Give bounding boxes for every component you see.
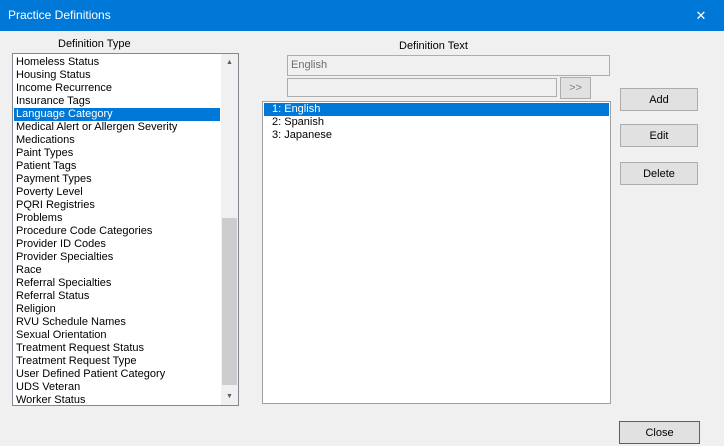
definition-text-field[interactable]: English (287, 55, 610, 76)
definition-type-item[interactable]: Problems (14, 212, 220, 225)
definition-text-item[interactable]: 2: Spanish (264, 116, 609, 129)
definition-text-list[interactable]: 1: English 2: Spanish 3: Japanese (262, 101, 611, 404)
definition-type-item[interactable]: PQRI Registries (14, 199, 220, 212)
definition-type-item[interactable]: RVU Schedule Names (14, 316, 220, 329)
close-button[interactable]: Close (619, 421, 700, 444)
chevron-down-icon: ▼ (226, 393, 233, 400)
definition-type-item[interactable]: Treatment Request Type (14, 355, 220, 368)
definition-type-item[interactable]: Income Recurrence (14, 82, 220, 95)
definition-type-item[interactable]: Housing Status (14, 69, 220, 82)
definition-text-label: Definition Text (399, 40, 468, 52)
edit-button[interactable]: Edit (620, 124, 698, 147)
window-title: Practice Definitions (8, 8, 111, 22)
scroll-thumb[interactable] (222, 218, 237, 385)
definition-type-item[interactable]: User Defined Patient Category (14, 368, 220, 381)
definition-type-item[interactable]: Payment Types (14, 173, 220, 186)
definition-type-item[interactable]: Treatment Request Status (14, 342, 220, 355)
definition-text-item[interactable]: 3: Japanese (264, 129, 609, 142)
definition-text-item[interactable]: 1: English (264, 103, 609, 116)
definition-type-item[interactable]: Referral Status (14, 290, 220, 303)
definition-text-items: 1: English 2: Spanish 3: Japanese (264, 103, 609, 142)
definition-type-item[interactable]: Race (14, 264, 220, 277)
definition-type-list[interactable]: Homeless Status Housing Status Income Recu… (12, 53, 239, 406)
definition-type-items: Homeless Status Housing Status Income Recu… (14, 56, 220, 405)
move-button[interactable]: >> (560, 77, 591, 99)
definition-type-item[interactable]: Provider Specialties (14, 251, 220, 264)
definition-type-item[interactable]: Medications (14, 134, 220, 147)
definition-type-item[interactable]: Paint Types (14, 147, 220, 160)
definition-type-item[interactable]: Poverty Level (14, 186, 220, 199)
delete-button[interactable]: Delete (620, 162, 698, 185)
definition-type-item[interactable]: Insurance Tags (14, 95, 220, 108)
scroll-down-button[interactable]: ▼ (221, 388, 238, 405)
secondary-text-field[interactable] (287, 78, 557, 97)
definition-type-item[interactable]: Worker Status (14, 394, 220, 405)
definition-type-label: Definition Type (58, 38, 131, 50)
definition-type-item[interactable]: Religion (14, 303, 220, 316)
definition-type-item[interactable]: Sexual Orientation (14, 329, 220, 342)
definition-type-item[interactable]: Homeless Status (14, 56, 220, 69)
chevron-up-icon: ▲ (226, 59, 233, 66)
definition-type-item[interactable]: UDS Veteran (14, 381, 220, 394)
title-bar: Practice Definitions ✕ (0, 0, 724, 31)
close-icon: ✕ (695, 7, 707, 23)
definition-type-item[interactable]: Medical Alert or Allergen Severity (14, 121, 220, 134)
definition-type-item[interactable]: Procedure Code Categories (14, 225, 220, 238)
definition-type-item[interactable]: Language Category (14, 108, 220, 121)
close-window-button[interactable]: ✕ (678, 0, 724, 31)
definition-type-item[interactable]: Provider ID Codes (14, 238, 220, 251)
definition-type-scrollbar[interactable]: ▲ ▼ (221, 54, 238, 405)
definition-type-item[interactable]: Patient Tags (14, 160, 220, 173)
scroll-up-button[interactable]: ▲ (221, 54, 238, 71)
definition-type-item[interactable]: Referral Specialties (14, 277, 220, 290)
add-button[interactable]: Add (620, 88, 698, 111)
